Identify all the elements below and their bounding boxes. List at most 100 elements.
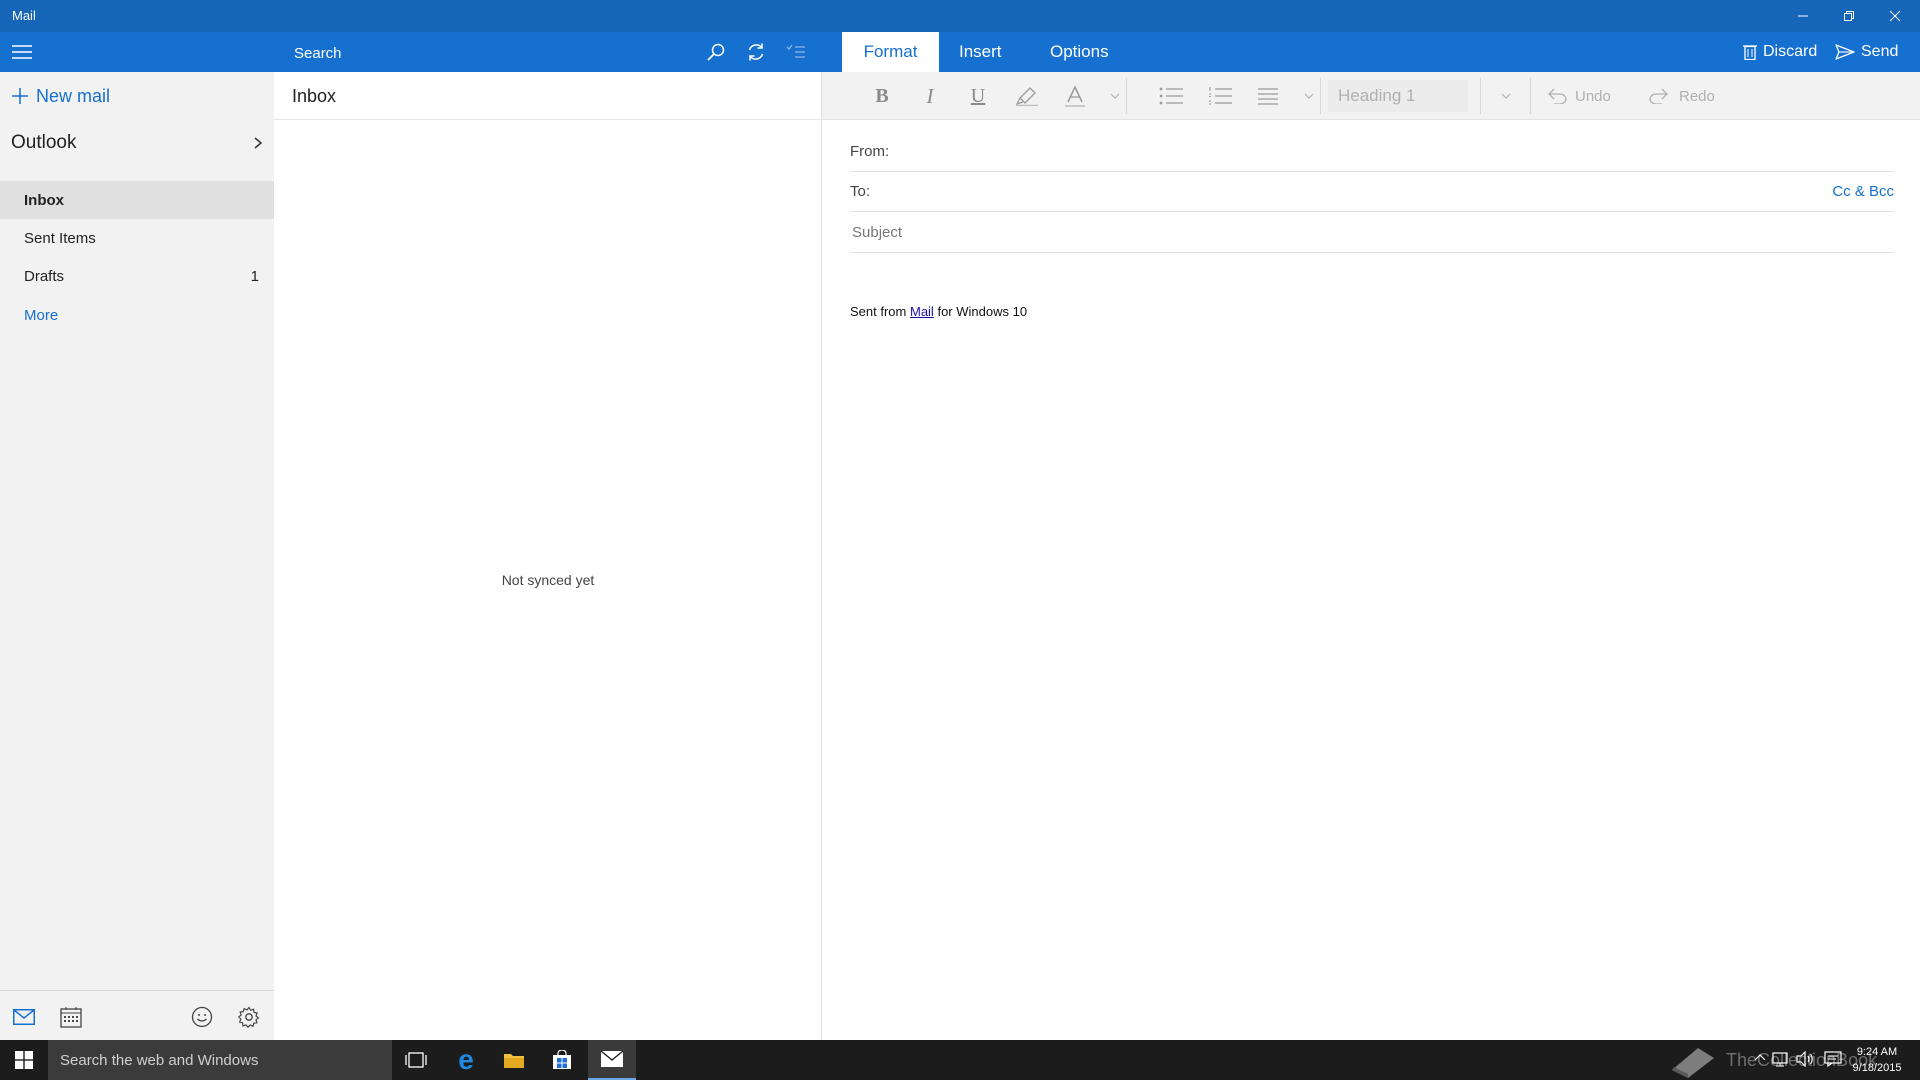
toolbar-separator: [1126, 78, 1127, 114]
restore-button[interactable]: [1826, 0, 1872, 32]
style-selector[interactable]: Heading 1: [1328, 80, 1468, 112]
taskbar-mail[interactable]: [588, 1040, 636, 1080]
style-dropdown-button[interactable]: [1486, 72, 1526, 120]
notification-icon: [1824, 1051, 1842, 1067]
windows-logo-icon: [15, 1051, 33, 1069]
tab-insert[interactable]: Insert: [939, 32, 1022, 72]
clock-date: 9/18/2015: [1852, 1062, 1902, 1074]
volume-button[interactable]: [1796, 1051, 1814, 1067]
italic-button[interactable]: I: [910, 72, 950, 120]
paragraph-align-button[interactable]: [1248, 72, 1288, 120]
redo-button[interactable]: Redo: [1649, 72, 1715, 120]
action-center-button[interactable]: [1824, 1051, 1842, 1067]
message-body[interactable]: Sent from Mail for Windows 10: [850, 304, 1027, 319]
close-button[interactable]: [1872, 0, 1918, 32]
send-icon: [1835, 44, 1855, 60]
highlight-button[interactable]: [1007, 72, 1047, 120]
discard-button[interactable]: Discard: [1743, 32, 1817, 72]
folder-count: 1: [250, 267, 259, 285]
chevron-down-icon: [1304, 93, 1314, 99]
send-button[interactable]: Send: [1835, 32, 1898, 72]
subject-field: [850, 213, 1894, 253]
calendar-switch-button[interactable]: [57, 1003, 85, 1031]
mail-icon: [13, 1009, 35, 1025]
network-button[interactable]: [1772, 1051, 1788, 1067]
taskbar-file-explorer[interactable]: [490, 1040, 538, 1080]
show-hidden-icons-button[interactable]: [1754, 1053, 1766, 1061]
underline-button[interactable]: U: [958, 72, 998, 120]
new-mail-label: New mail: [36, 85, 111, 106]
numbering-button[interactable]: [1200, 72, 1240, 120]
folder-label: Sent Items: [24, 229, 96, 247]
taskbar-store[interactable]: [538, 1040, 586, 1080]
italic-icon: I: [926, 83, 934, 108]
smiley-icon: [191, 1006, 213, 1028]
signature-suffix: for Windows 10: [937, 304, 1028, 319]
more-folders-link[interactable]: More: [24, 307, 58, 324]
to-label: To:: [850, 183, 871, 200]
tab-format[interactable]: Format: [842, 32, 939, 72]
close-icon: [1889, 10, 1901, 22]
task-view-icon: [405, 1052, 427, 1068]
sync-icon: [748, 43, 764, 61]
search-button[interactable]: [702, 38, 730, 66]
feedback-button[interactable]: [188, 1003, 216, 1031]
navigation-pane: New mail Outlook Inbox Sent Items Drafts…: [0, 32, 274, 1040]
signature-prefix: Sent from: [850, 304, 907, 319]
calendar-icon: [60, 1007, 82, 1028]
from-input[interactable]: [889, 142, 1894, 161]
toolbar-separator: [1320, 78, 1321, 114]
selection-mode-button[interactable]: [782, 38, 810, 66]
book-logo-icon: [1672, 1048, 1714, 1078]
bullets-button[interactable]: [1151, 72, 1191, 120]
font-color-button[interactable]: [1055, 72, 1095, 120]
minimize-icon: [1798, 15, 1808, 17]
folder-title: Inbox: [292, 86, 337, 106]
empty-state-message: Not synced yet: [501, 572, 595, 588]
new-mail-button[interactable]: New mail: [12, 81, 110, 111]
folder-drafts[interactable]: Drafts 1: [0, 257, 274, 295]
chevron-down-icon: [1110, 93, 1120, 99]
from-label: From:: [850, 143, 890, 160]
start-button[interactable]: [0, 1040, 48, 1080]
undo-button[interactable]: Undo: [1545, 72, 1611, 120]
from-field: From:: [850, 132, 1894, 172]
taskbar-clock[interactable]: 9:24 AM 9/18/2015: [1850, 1044, 1904, 1076]
folder-label: Inbox: [24, 191, 64, 209]
tab-options[interactable]: Options: [1030, 32, 1129, 72]
gear-icon: [238, 1006, 260, 1028]
chevron-down-icon: [1501, 93, 1511, 99]
to-input[interactable]: [888, 182, 1833, 201]
clock-time: 9:24 AM: [1856, 1046, 1898, 1058]
folder-sent-items[interactable]: Sent Items: [0, 219, 274, 257]
bold-button[interactable]: B: [862, 72, 902, 120]
chevron-up-icon: [1754, 1054, 1766, 1061]
bold-icon: B: [875, 84, 889, 107]
sync-button[interactable]: [742, 38, 770, 66]
folder-inbox[interactable]: Inbox: [0, 181, 274, 219]
font-color-icon: [1065, 85, 1085, 107]
send-label: Send: [1861, 43, 1899, 60]
plus-icon: [12, 88, 28, 104]
underline-icon: U: [970, 84, 986, 107]
toolbar-separator: [1480, 78, 1481, 114]
search-input[interactable]: [292, 40, 696, 66]
minimize-button[interactable]: [1780, 0, 1826, 32]
mail-icon: [601, 1051, 623, 1067]
hamburger-menu-button[interactable]: [10, 40, 34, 64]
settings-button[interactable]: [235, 1003, 263, 1031]
search-icon: [707, 43, 725, 61]
subject-input[interactable]: [850, 223, 1894, 242]
volume-icon: [1796, 1051, 1813, 1067]
network-icon: [1772, 1052, 1788, 1067]
hamburger-icon: [12, 45, 32, 59]
task-view-button[interactable]: [392, 1040, 440, 1080]
cc-bcc-link[interactable]: Cc & Bcc: [1832, 183, 1894, 200]
mail-switch-button[interactable]: [10, 1003, 38, 1031]
taskbar-search-box[interactable]: Search the web and Windows: [48, 1040, 392, 1080]
signature-mail-link[interactable]: Mail: [910, 304, 934, 319]
taskbar-edge[interactable]: e: [442, 1040, 490, 1080]
folder-label: Drafts: [24, 267, 65, 285]
account-outlook[interactable]: Outlook: [11, 128, 263, 158]
redo-label: Redo: [1679, 87, 1715, 105]
